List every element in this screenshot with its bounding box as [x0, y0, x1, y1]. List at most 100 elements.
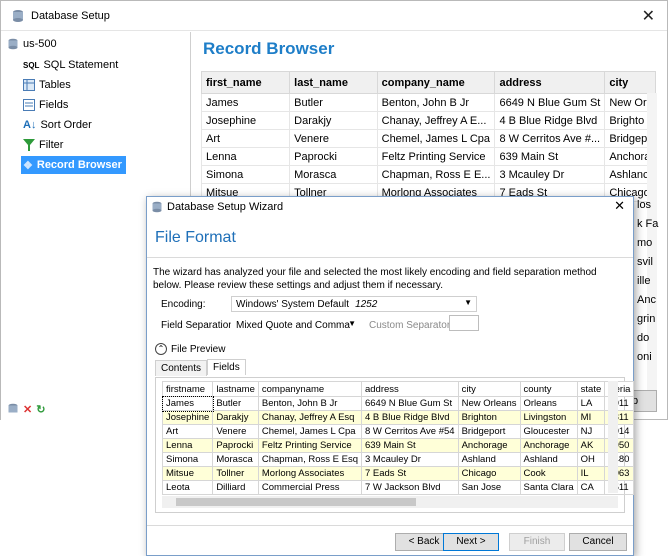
column-header[interactable]: companyname — [257, 381, 362, 397]
file-preview-toggle[interactable]: ⌃ File Preview — [155, 343, 225, 355]
table-cell: AK — [576, 438, 606, 453]
column-header[interactable]: company_name — [376, 71, 496, 94]
table-cell: 4 B Blue Ridge Blvd — [360, 410, 459, 425]
preview-horizontal-scrollbar[interactable] — [162, 496, 618, 508]
column-header[interactable]: lastname — [212, 381, 259, 397]
column-header[interactable]: firstname — [161, 381, 214, 397]
file-preview-label: File Preview — [171, 343, 226, 355]
finish-button[interactable]: Finish — [509, 533, 565, 551]
table-cell: Chemel, James L Cpa — [376, 129, 496, 148]
database-icon — [8, 38, 18, 50]
table-cell: Benton, John B Jr — [257, 396, 362, 411]
field-separation-label: Field Separation: — [161, 320, 237, 331]
fields-icon — [23, 99, 35, 111]
wizard-dialog: Database Setup Wizard ✕ File Format The … — [146, 196, 635, 556]
preview-vertical-scrollbar[interactable] — [608, 381, 618, 493]
sidebar-item-fields[interactable]: Fields — [21, 96, 72, 114]
sidebar-item-tables[interactable]: Tables — [21, 76, 75, 94]
table-cell: Tollner — [212, 466, 259, 481]
encoding-value: Windows' System Default — [236, 298, 350, 310]
table-cell: James — [161, 395, 214, 412]
divider — [147, 257, 633, 258]
table-cell: Chemel, James L Cpa — [257, 424, 362, 439]
table-row[interactable]: Simona Morasca Chapman, Ross E Esq 3 Mcaule… — [161, 452, 635, 467]
table-row[interactable]: Lenna Paprocki Feltz Printing Service 639 M… — [161, 438, 635, 453]
sidebar-item-sql-statement[interactable]: SQL SQL Statement — [21, 56, 122, 74]
table-cell: Morlong Associates — [257, 466, 362, 481]
column-header[interactable]: address — [494, 71, 606, 94]
encoding-select[interactable]: Windows' System Default 1252 ▼ — [231, 296, 477, 312]
table-row[interactable]: Lenna Paprocki Feltz Printing Service 639 M… — [200, 147, 656, 166]
table-row[interactable]: Simona Morasca Chapman, Ross E E... 3 Mcaul… — [200, 165, 656, 184]
table-row[interactable]: Josephine Darakjy Chanay, Jeffrey A Esq 4 B… — [161, 410, 635, 425]
custom-separator-input[interactable] — [449, 315, 479, 331]
table-row[interactable]: Leota Dilliard Commercial Press 7 W Jackson… — [161, 480, 635, 495]
table-cell: Bridgeport — [457, 424, 521, 439]
table-cell: 6649 N Blue Gum St — [360, 396, 459, 411]
column-header[interactable]: city — [604, 71, 656, 94]
filter-icon — [23, 139, 35, 151]
refresh-icon[interactable]: ↻ — [36, 403, 45, 416]
sidebar-item-label: Sort Order — [40, 119, 92, 131]
delete-icon[interactable]: ✕ — [23, 403, 32, 416]
sidebar-item-label: Tables — [39, 79, 71, 91]
table-cell: 639 Main St — [360, 438, 459, 453]
table-cell: Santa Clara — [519, 480, 578, 495]
column-header[interactable]: city — [457, 381, 521, 397]
column-header[interactable]: last_name — [289, 71, 378, 94]
table-cell: Dilliard — [212, 480, 259, 495]
tab-contents[interactable]: Contents — [155, 360, 208, 376]
wizard-title: Database Setup Wizard — [167, 201, 284, 213]
table-cell: Ashland — [519, 452, 578, 467]
table-cell: Gloucester — [519, 424, 578, 439]
table-cell: CA — [576, 480, 606, 495]
wizard-close-button[interactable]: ✕ — [614, 198, 625, 214]
table-cell: New Orleans — [457, 396, 521, 411]
table-cell: Chanay, Jeffrey A E... — [376, 111, 496, 130]
table-cell: Leota — [161, 480, 214, 495]
table-cell: Chapman, Ross E E... — [376, 165, 496, 184]
next-button[interactable]: Next > — [443, 533, 499, 551]
table-cell: NJ — [576, 424, 606, 439]
scrollbar-thumb[interactable] — [176, 498, 416, 506]
tree-root-label: us-500 — [23, 38, 57, 50]
record-browser-icon: ❖ — [23, 159, 33, 172]
table-cell: 8 W Cerritos Ave #54 — [360, 424, 459, 439]
column-header[interactable]: first_name — [200, 71, 291, 94]
table-header-row: first_name last_name company_name addres… — [200, 71, 656, 94]
table-cell: Paprocki — [212, 438, 259, 453]
table-cell: Chapman, Ross E Esq — [257, 452, 362, 467]
field-separation-select[interactable]: Mixed Quote and Comma ▼ — [231, 317, 361, 333]
table-header-row: firstname lastname companyname address c… — [161, 381, 635, 397]
table-row[interactable]: Art Venere Chemel, James L Cpa 8 W Cerritos… — [200, 129, 656, 148]
table-row[interactable]: Mitsue Tollner Morlong Associates 7 Eads St… — [161, 466, 635, 481]
table-cell: MI — [576, 410, 606, 425]
sidebar-item-sort-order[interactable]: A↓ Sort Order — [21, 116, 96, 134]
table-cell: Darakjy — [289, 111, 378, 130]
database-icon — [152, 201, 162, 213]
add-database-icon[interactable] — [7, 403, 19, 415]
sidebar-item-record-browser[interactable]: ❖ Record Browser — [21, 156, 126, 174]
partially-hidden-cell: grin — [637, 313, 656, 325]
table-cell: 7 W Jackson Blvd — [360, 480, 459, 495]
table-cell: Feltz Printing Service — [376, 147, 496, 166]
table-row[interactable]: Art Venere Chemel, James L Cpa 8 W Cerritos… — [161, 424, 635, 439]
sidebar-item-filter[interactable]: Filter — [21, 136, 67, 154]
column-header[interactable]: county — [519, 381, 578, 397]
table-cell: Chicago — [457, 466, 521, 481]
table-row[interactable]: James Butler Benton, John B Jr 6649 N Blue … — [161, 395, 635, 412]
tree-root[interactable]: us-500 — [7, 38, 57, 50]
preview-tabs: Contents Fields — [155, 359, 246, 376]
partially-hidden-cell: mo — [637, 237, 653, 249]
table-row[interactable]: Josephine Darakjy Chanay, Jeffrey A E... 4 … — [200, 111, 656, 130]
tab-fields[interactable]: Fields — [207, 359, 246, 375]
table-cell: Livingston — [519, 410, 578, 425]
table-row[interactable]: James Butler Benton, John B Jr 6649 N Blue … — [200, 93, 656, 112]
column-header[interactable]: address — [360, 381, 459, 397]
column-header[interactable]: state — [576, 381, 606, 397]
close-button[interactable]: ✕ — [642, 6, 655, 26]
partially-hidden-cell: k Fa — [637, 218, 659, 230]
cancel-button[interactable]: Cancel — [569, 533, 627, 551]
table-cell: Darakjy — [212, 410, 259, 425]
table-cell: Paprocki — [289, 147, 378, 166]
